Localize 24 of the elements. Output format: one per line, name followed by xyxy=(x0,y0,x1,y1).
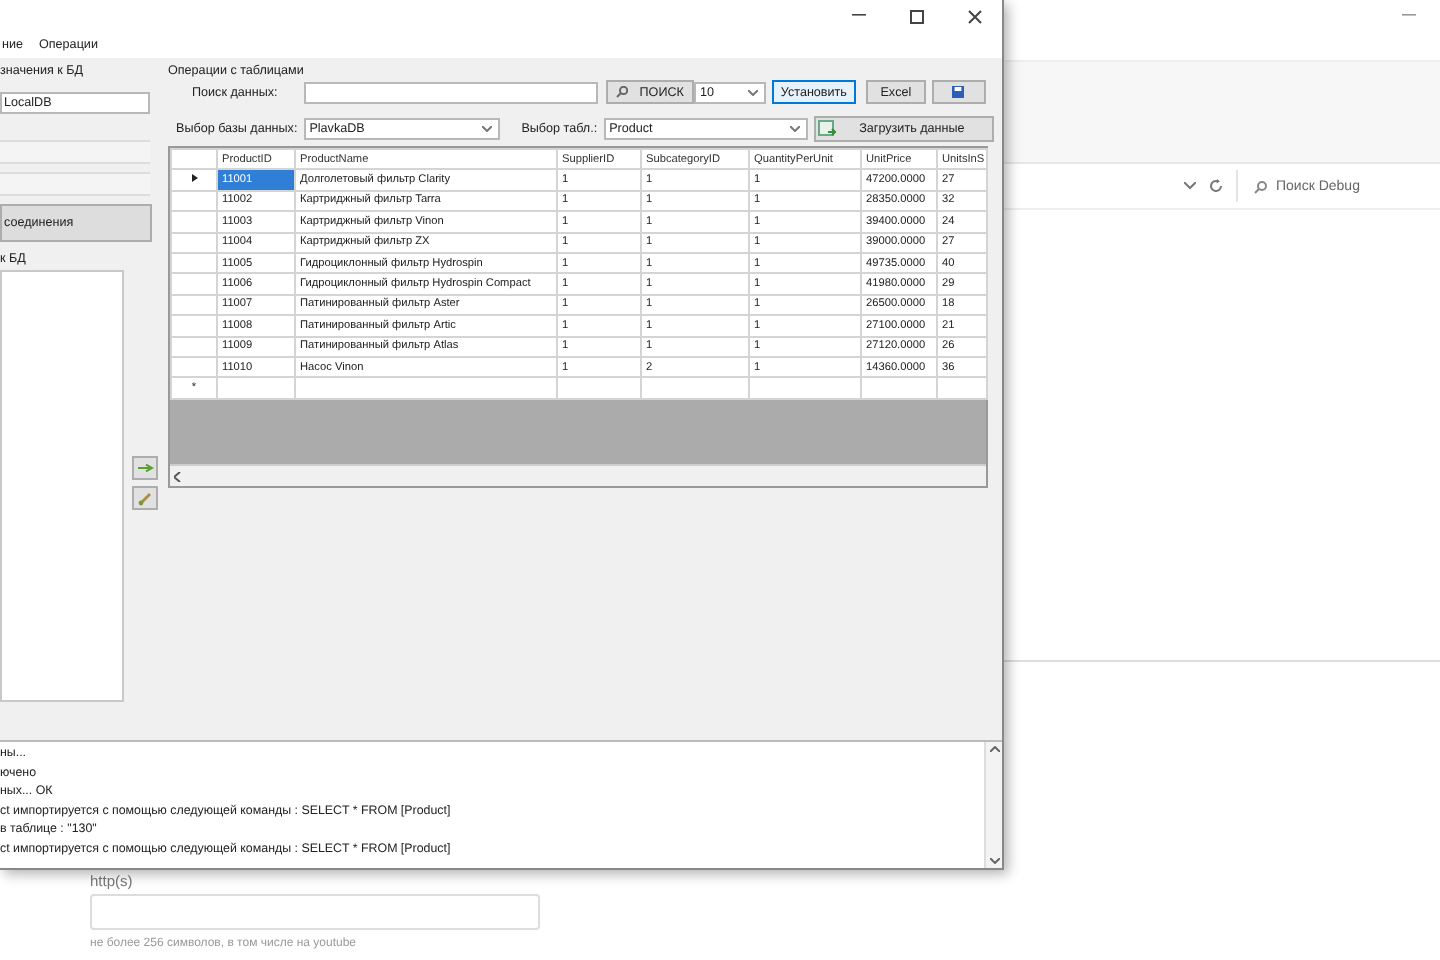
dropdown-caret-icon xyxy=(481,126,492,132)
save-button[interactable] xyxy=(931,80,986,104)
maximize-icon[interactable] xyxy=(910,9,924,23)
dropdown-caret-icon[interactable] xyxy=(1184,182,1196,190)
search-icon xyxy=(615,86,628,98)
arrow-icon xyxy=(137,464,153,472)
minimize-icon[interactable] xyxy=(852,14,866,18)
refresh-icon[interactable] xyxy=(1208,178,1224,194)
brush-icon xyxy=(138,491,152,505)
input-field[interactable] xyxy=(0,140,150,164)
close-icon[interactable] xyxy=(968,9,982,23)
input-field[interactable] xyxy=(0,172,150,196)
table-load-icon xyxy=(817,120,836,138)
add-button[interactable] xyxy=(132,456,158,480)
scroll-left-icon[interactable] xyxy=(174,471,182,481)
scroll-down-icon[interactable] xyxy=(989,858,999,864)
edit-button[interactable] xyxy=(132,486,158,510)
search-icon xyxy=(1254,179,1268,193)
scroll-up-icon[interactable] xyxy=(989,746,999,752)
dropdown-caret-icon xyxy=(747,89,758,95)
url-input-field[interactable] xyxy=(90,894,540,930)
horizontal-scrollbar[interactable] xyxy=(170,464,986,486)
dropdown-caret-icon xyxy=(789,126,800,132)
search-input-field[interactable] xyxy=(303,81,598,103)
